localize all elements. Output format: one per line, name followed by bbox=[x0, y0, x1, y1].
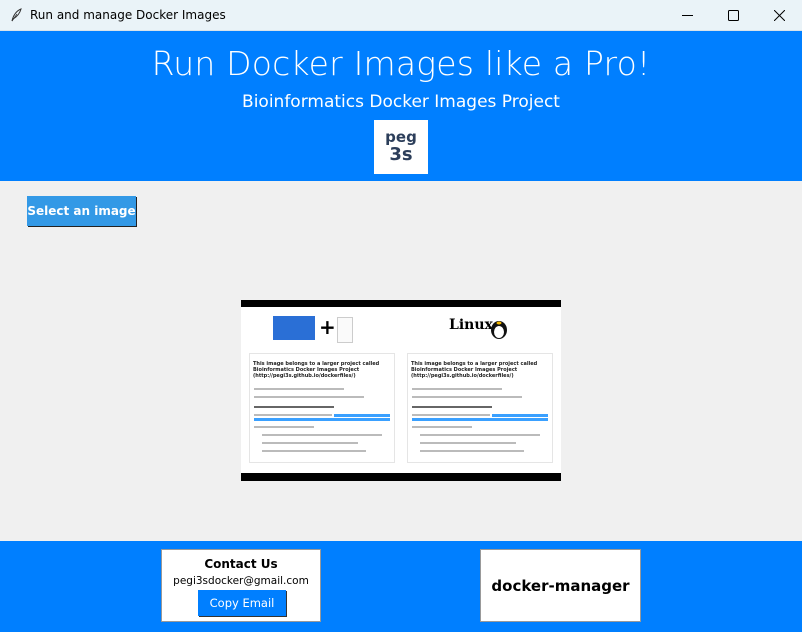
header-banner: Run Docker Images like a Pro! Bioinforma… bbox=[0, 31, 802, 181]
preview-content: + Linux This image belongs to a larger p… bbox=[241, 307, 561, 473]
instructions-panel-windows: This image belongs to a larger project c… bbox=[249, 353, 395, 463]
minimize-button[interactable] bbox=[664, 0, 710, 31]
panel-heading: This image belongs to a larger project c… bbox=[411, 361, 538, 379]
tux-icon bbox=[491, 321, 507, 339]
panel-heading: This image belongs to a larger project c… bbox=[253, 361, 380, 379]
select-image-button[interactable]: Select an image bbox=[27, 196, 136, 226]
close-button[interactable] bbox=[756, 0, 802, 31]
docker-app-icon bbox=[337, 317, 353, 343]
logo-text-bottom: 3s bbox=[389, 144, 413, 165]
page-subtitle: Bioinformatics Docker Images Project bbox=[242, 92, 560, 112]
linux-label: Linux bbox=[449, 317, 493, 333]
contact-email: pegi3sdocker@gmail.com bbox=[173, 575, 309, 587]
footer-bar bbox=[0, 541, 802, 632]
logo-text-top: peg bbox=[385, 128, 417, 146]
plus-symbol: + bbox=[319, 315, 336, 339]
pegi3s-logo: peg 3s bbox=[374, 120, 428, 174]
minimize-icon bbox=[681, 15, 693, 16]
image-preview: + Linux This image belongs to a larger p… bbox=[241, 300, 561, 481]
title-bar: Run and manage Docker Images bbox=[0, 0, 802, 31]
page-title: Run Docker Images like a Pro! bbox=[151, 44, 651, 83]
feather-icon bbox=[11, 8, 22, 22]
window-title: Run and manage Docker Images bbox=[30, 8, 226, 22]
copy-email-button[interactable]: Copy Email bbox=[198, 590, 286, 616]
windows-logo bbox=[273, 316, 315, 340]
contact-box: Contact Us pegi3sdocker@gmail.com Copy E… bbox=[161, 549, 321, 622]
maximize-icon bbox=[727, 10, 739, 21]
docker-manager-button[interactable]: docker-manager bbox=[480, 549, 641, 622]
contact-title: Contact Us bbox=[204, 557, 278, 571]
close-icon bbox=[773, 10, 785, 21]
instructions-panel-linux: This image belongs to a larger project c… bbox=[407, 353, 553, 463]
maximize-button[interactable] bbox=[710, 0, 756, 31]
